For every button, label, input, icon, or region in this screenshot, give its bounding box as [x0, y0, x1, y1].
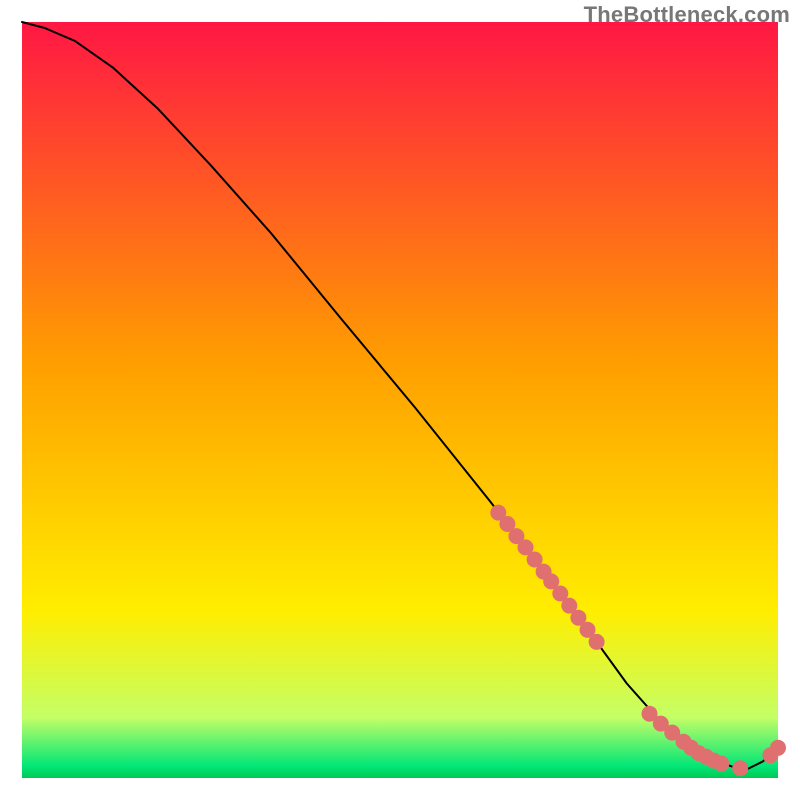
- data-point: [713, 756, 729, 772]
- data-point: [589, 634, 605, 650]
- gradient-background: [22, 22, 778, 778]
- chart-container: TheBottleneck.com: [0, 0, 800, 800]
- watermark-text: TheBottleneck.com: [584, 2, 790, 28]
- data-point: [732, 760, 748, 776]
- data-point: [770, 740, 786, 756]
- bottleneck-chart: [0, 0, 800, 800]
